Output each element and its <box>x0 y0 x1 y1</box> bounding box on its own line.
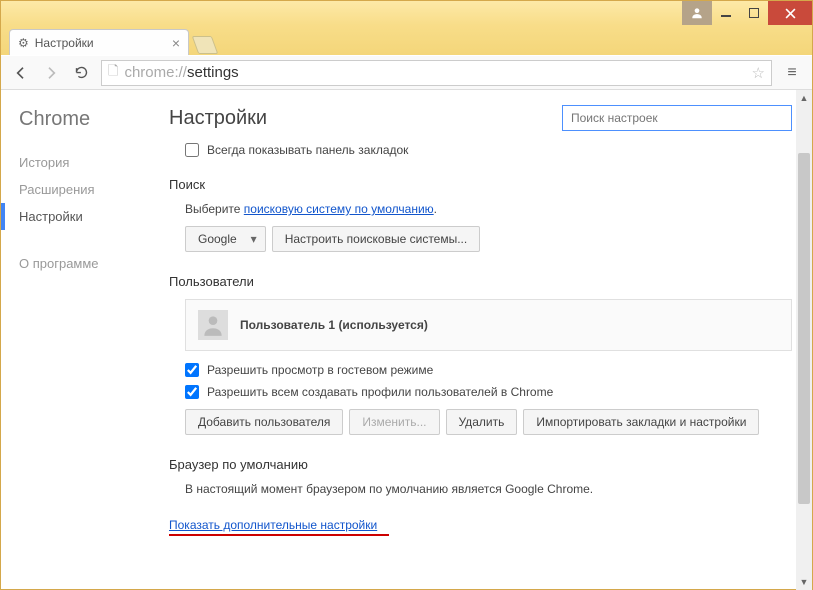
hamburger-menu-button[interactable]: ≡ <box>778 60 806 86</box>
window-minimize-button[interactable] <box>712 1 740 25</box>
gear-icon: ⚙ <box>18 36 29 50</box>
avatar-icon <box>198 310 228 340</box>
sidebar-item-about[interactable]: О программе <box>19 250 151 277</box>
allow-create-profiles-row[interactable]: Разрешить всем создавать профили пользов… <box>185 385 792 399</box>
advanced-settings-row: Показать дополнительные настройки <box>169 518 792 536</box>
scroll-track[interactable] <box>796 106 812 574</box>
section-search: Поиск Выберите поисковую систему по умол… <box>169 177 792 252</box>
back-button[interactable] <box>7 60 35 86</box>
toolbar: 🗋 chrome://settings ☆ ≡ <box>1 56 812 90</box>
default-browser-status: В настоящий момент браузером по умолчани… <box>185 482 593 496</box>
search-prompt-prefix: Выберите <box>185 202 244 216</box>
default-search-engine-link[interactable]: поисковую систему по умолчанию <box>244 202 434 216</box>
content-area: Chrome История Расширения Настройки О пр… <box>1 90 812 590</box>
tab-close-icon[interactable]: × <box>172 35 180 51</box>
user-menu-button[interactable] <box>682 1 712 25</box>
always-show-bookmarks-row[interactable]: Всегда показывать панель закладок <box>185 143 792 157</box>
section-search-title: Поиск <box>169 177 792 192</box>
add-user-button[interactable]: Добавить пользователя <box>185 409 343 435</box>
tab-strip: ⚙ Настройки × <box>1 25 812 55</box>
settings-header: Настройки <box>169 105 792 131</box>
section-users: Пользователи Пользователь 1 (используетс… <box>169 274 792 435</box>
scroll-thumb[interactable] <box>798 153 810 504</box>
allow-create-profiles-label: Разрешить всем создавать профили пользов… <box>207 385 553 399</box>
guest-browsing-row[interactable]: Разрешить просмотр в гостевом режиме <box>185 363 792 377</box>
bookmark-star-icon[interactable]: ☆ <box>752 64 765 82</box>
highlight-underline <box>169 534 389 536</box>
always-show-bookmarks-checkbox[interactable] <box>185 143 199 157</box>
settings-sidebar: Chrome История Расширения Настройки О пр… <box>1 90 151 590</box>
scroll-down-arrow[interactable]: ▼ <box>796 574 812 590</box>
sidebar-item-extensions[interactable]: Расширения <box>19 176 151 203</box>
address-bar[interactable]: 🗋 chrome://settings ☆ <box>101 60 772 86</box>
delete-user-button[interactable]: Удалить <box>446 409 518 435</box>
page-icon: 🗋 <box>108 62 118 84</box>
url-scheme: chrome:// <box>124 64 187 81</box>
page-title: Настройки <box>169 107 267 130</box>
chrome-logo-text: Chrome <box>19 108 151 131</box>
tab-title: Настройки <box>35 36 94 50</box>
show-advanced-settings-link[interactable]: Показать дополнительные настройки <box>169 518 377 532</box>
window-titlebar <box>1 1 812 26</box>
manage-search-engines-button[interactable]: Настроить поисковые системы... <box>272 226 481 252</box>
current-user-name: Пользователь 1 (используется) <box>240 318 428 332</box>
edit-user-button[interactable]: Изменить... <box>349 409 439 435</box>
settings-main: Настройки Всегда показывать панель закла… <box>151 90 812 590</box>
import-bookmarks-button[interactable]: Импортировать закладки и настройки <box>523 409 759 435</box>
guest-browsing-label: Разрешить просмотр в гостевом режиме <box>207 363 433 377</box>
url-path: settings <box>187 64 239 81</box>
section-default-browser: Браузер по умолчанию В настоящий момент … <box>169 457 792 496</box>
window-maximize-button[interactable] <box>740 1 768 25</box>
forward-button[interactable] <box>37 60 65 86</box>
new-tab-button[interactable] <box>192 36 219 54</box>
section-default-browser-title: Браузер по умолчанию <box>169 457 792 472</box>
guest-browsing-checkbox[interactable] <box>185 363 199 377</box>
search-engine-select[interactable]: Google <box>185 226 266 252</box>
scroll-up-arrow[interactable]: ▲ <box>796 90 812 106</box>
vertical-scrollbar[interactable]: ▲ ▼ <box>796 90 812 590</box>
search-prompt-suffix: . <box>434 202 437 216</box>
section-users-title: Пользователи <box>169 274 792 289</box>
sidebar-item-history[interactable]: История <box>19 149 151 176</box>
sidebar-item-settings[interactable]: Настройки <box>1 203 151 230</box>
search-settings-input[interactable] <box>562 105 792 131</box>
current-user-box[interactable]: Пользователь 1 (используется) <box>185 299 792 351</box>
always-show-bookmarks-label: Всегда показывать панель закладок <box>207 143 408 157</box>
window-close-button[interactable] <box>768 1 812 25</box>
tab-settings[interactable]: ⚙ Настройки × <box>9 29 189 55</box>
allow-create-profiles-checkbox[interactable] <box>185 385 199 399</box>
reload-button[interactable] <box>67 60 95 86</box>
